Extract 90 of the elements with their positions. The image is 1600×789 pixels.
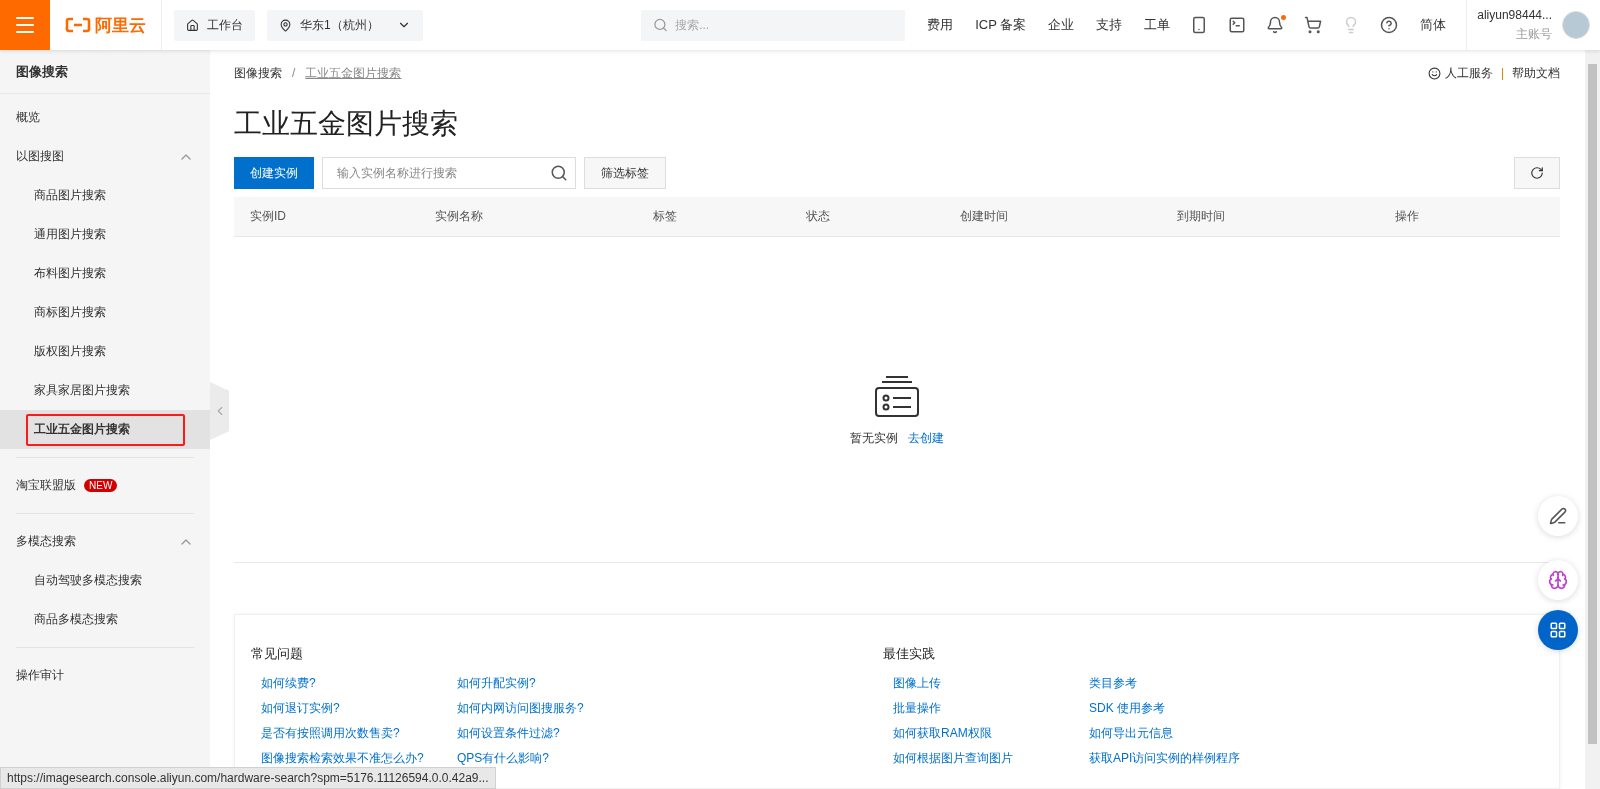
section-title: 常见问题	[251, 645, 304, 663]
sidebar-item[interactable]: 商品图片搜索	[0, 176, 210, 215]
sidebar-item[interactable]: 布料图片搜索	[0, 254, 210, 293]
column-header: 状态	[806, 208, 831, 225]
sidebar-item[interactable]: 通用图片搜索	[0, 215, 210, 254]
sidebar-item[interactable]: 淘宝联盟版 NEW	[0, 466, 210, 505]
status-bar: https://imagesearch.console.aliyun.com/hardware-search?spm=5176.11126594.0.0.42a9...	[0, 767, 496, 789]
menu-button[interactable]	[0, 0, 50, 50]
empty-list-icon	[873, 376, 921, 418]
grid-icon	[1549, 621, 1567, 639]
workbench-button[interactable]: 工作台	[174, 9, 255, 41]
help-link[interactable]: 帮助文档	[1512, 64, 1560, 82]
sidebar-title: 图像搜索	[0, 50, 210, 94]
cart-icon	[1304, 16, 1323, 34]
sidebar-item[interactable]: 商标图片搜索	[0, 293, 210, 332]
sidebar-item[interactable]: 商品多模态搜索	[0, 600, 210, 639]
region-selector[interactable]: 华东1（杭州）	[267, 9, 423, 41]
help-link[interactable]: 如何获取RAM权限	[893, 725, 1089, 742]
logo-icon	[65, 17, 91, 33]
home-icon	[186, 18, 199, 32]
column-header: 实例ID	[250, 208, 287, 225]
help-link[interactable]: 图像搜索检索效果不准怎么办?	[261, 750, 457, 767]
help-link[interactable]: 批量操作	[893, 700, 1089, 717]
brain-icon	[1548, 570, 1568, 590]
help-link[interactable]: 如何内网访问图搜服务?	[457, 700, 653, 717]
help-link[interactable]: 如何设置条件过滤?	[457, 725, 653, 742]
account-menu[interactable]: aliyun98444... 主账号	[1466, 0, 1600, 50]
breadcrumb-separator: /	[292, 66, 296, 80]
help-link[interactable]: 获取API访问实例的样例程序	[1089, 750, 1285, 767]
create-button[interactable]: 创建实例	[234, 157, 314, 189]
apps-button[interactable]	[1538, 610, 1578, 650]
edit-button[interactable]	[1538, 496, 1578, 536]
terminal-icon	[1228, 16, 1247, 34]
search-field[interactable]: 搜索...	[641, 9, 906, 41]
bell-button[interactable]	[1266, 16, 1285, 34]
help-link[interactable]: 如何续费?	[261, 675, 457, 692]
breadcrumb-link[interactable]: 工业五金图片搜索	[305, 64, 402, 82]
column-header: 实例名称	[435, 208, 484, 225]
new-badge: NEW	[84, 479, 118, 492]
help-separator: |	[1500, 66, 1504, 80]
column-header: 创建时间	[960, 208, 1009, 225]
pen-icon	[1549, 507, 1567, 525]
refresh-button[interactable]	[1514, 157, 1560, 189]
map-pin-icon	[279, 18, 292, 32]
sidebar-item[interactable]: 家具家居图片搜索	[0, 371, 210, 410]
nav-link[interactable]: 费用	[927, 16, 954, 34]
help-link[interactable]: 图像上传	[893, 675, 1089, 692]
breadcrumb-link[interactable]: 图像搜索	[234, 64, 282, 82]
avatar	[1562, 11, 1590, 39]
section-title: 最佳实践	[883, 645, 936, 663]
column-header: 到期时间	[1177, 208, 1226, 225]
help-link[interactable]: SDK 使用参考	[1089, 700, 1285, 717]
help-link[interactable]: 人工服务	[1427, 64, 1493, 82]
cart-button[interactable]	[1304, 16, 1323, 34]
filter-button[interactable]: 筛选标签	[584, 157, 666, 189]
sidebar-item[interactable]: 工业五金图片搜索	[0, 410, 210, 449]
empty-text: 暂无实例	[850, 430, 898, 447]
sidebar-item[interactable]: 自动驾驶多模态搜索	[0, 561, 210, 600]
help-link[interactable]: 如何根据图片查询图片	[893, 750, 1089, 767]
nav-link[interactable]: ICP 备案	[975, 16, 1027, 34]
nav-link[interactable]: 支持	[1096, 16, 1123, 34]
sidebar-item[interactable]: 操作审计	[0, 656, 210, 695]
bell-icon	[1266, 16, 1285, 34]
column-header: 操作	[1395, 208, 1420, 225]
create-link[interactable]: 去创建	[908, 430, 944, 447]
sidebar-item[interactable]: 概览	[0, 98, 210, 137]
nav-link[interactable]: 企业	[1048, 16, 1075, 34]
sidebar-group[interactable]: 多模态搜索	[0, 522, 210, 561]
language-link[interactable]: 简体	[1420, 16, 1447, 34]
scrollbar[interactable]	[1585, 50, 1600, 789]
help-link[interactable]: QPS有什么影响?	[457, 750, 653, 767]
refresh-icon	[1530, 166, 1544, 180]
search-icon	[550, 164, 568, 182]
brain-button[interactable]	[1538, 560, 1578, 600]
page-title: 工业五金图片搜索	[234, 107, 459, 141]
sidebar-group[interactable]: 以图搜图	[0, 137, 210, 176]
help-link[interactable]: 类目参考	[1089, 675, 1285, 692]
terminal-button[interactable]	[1228, 16, 1247, 34]
help-link[interactable]: 如何退订实例?	[261, 700, 457, 717]
help-icon	[1380, 16, 1399, 34]
scrollbar-thumb[interactable]	[1588, 64, 1597, 744]
column-header: 标签	[653, 208, 678, 225]
help-link[interactable]: 是否有按照调用次数售卖?	[261, 725, 457, 742]
nav-link[interactable]: 工单	[1144, 16, 1171, 34]
help-link[interactable]: 如何升配实例?	[457, 675, 653, 692]
help-button[interactable]	[1380, 16, 1399, 34]
instance-search-field[interactable]: 输入实例名称进行搜索	[322, 157, 576, 189]
search-icon	[653, 17, 669, 33]
help-link[interactable]: 如何导出元信息	[1089, 725, 1285, 742]
sidebar-item[interactable]: 版权图片搜索	[0, 332, 210, 371]
